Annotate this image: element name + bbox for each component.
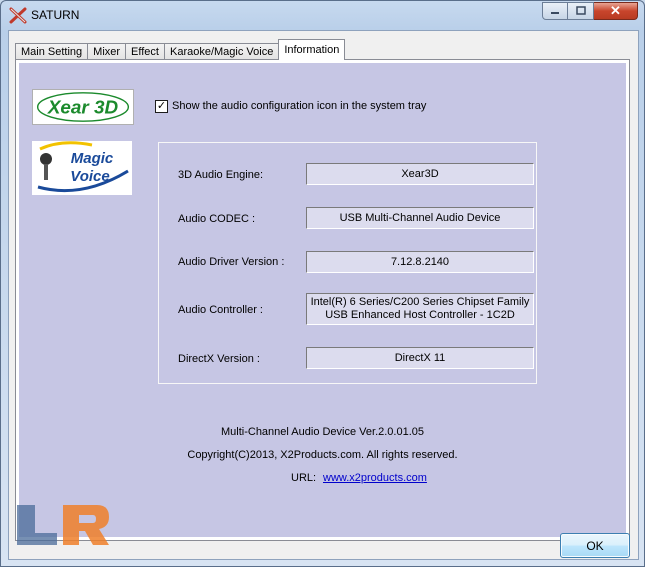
close-icon: ✕ bbox=[610, 3, 621, 18]
url-label: URL: bbox=[291, 472, 317, 484]
ok-button[interactable]: OK bbox=[560, 533, 630, 558]
audio-controller-value: Intel(R) 6 Series/C200 Series Chipset Fa… bbox=[306, 293, 534, 325]
tab-strip: Main Setting Mixer Effect Karaoke/Magic … bbox=[15, 39, 346, 60]
audio-controller-value-line1: Intel(R) 6 Series/C200 Series Chipset Fa… bbox=[310, 296, 530, 308]
tray-icon-checkbox[interactable]: ✓ bbox=[155, 100, 168, 113]
app-window: SATURN ✕ Main Setting Mixer Effect Karao… bbox=[0, 0, 645, 567]
minimize-icon bbox=[551, 12, 559, 14]
maximize-button[interactable] bbox=[568, 2, 594, 20]
tab-information[interactable]: Information bbox=[278, 39, 346, 60]
audio-codec-label: Audio CODEC : bbox=[178, 213, 256, 225]
tab-main-setting[interactable]: Main Setting bbox=[15, 43, 89, 60]
app-icon bbox=[9, 7, 27, 24]
directx-version-value: DirectX 11 bbox=[306, 347, 534, 369]
website-link[interactable]: www.x2products.com bbox=[323, 472, 427, 484]
xear3d-logo-text: Xear 3D bbox=[47, 98, 119, 119]
minimize-button[interactable] bbox=[542, 2, 568, 20]
xear3d-logo: Xear 3D bbox=[32, 89, 134, 125]
tab-mixer[interactable]: Mixer bbox=[87, 43, 127, 60]
audio-engine-label: 3D Audio Engine: bbox=[178, 169, 264, 181]
window-title: SATURN bbox=[31, 8, 80, 22]
audio-controller-label: Audio Controller : bbox=[178, 304, 263, 316]
window-controls: ✕ bbox=[542, 2, 638, 20]
tray-icon-checkbox-label[interactable]: Show the audio configuration icon in the… bbox=[172, 100, 426, 112]
audio-controller-value-line2: USB Enhanced Host Controller - 1C2D bbox=[325, 309, 515, 321]
magic-logo-line1: Magic bbox=[71, 150, 114, 167]
information-panel: Xear 3D Magic Voice ✓ Show the audio con… bbox=[15, 59, 630, 541]
copyright-text: Copyright(C)2013, X2Products.com. All ri… bbox=[187, 449, 458, 461]
checkmark-icon: ✓ bbox=[156, 100, 167, 112]
audio-codec-value: USB Multi-Channel Audio Device bbox=[306, 207, 534, 229]
legit-reviews-watermark-icon bbox=[17, 505, 109, 545]
driver-version-label: Audio Driver Version : bbox=[178, 256, 285, 268]
maximize-icon bbox=[575, 6, 586, 15]
tab-karaoke-magic-voice[interactable]: Karaoke/Magic Voice bbox=[163, 43, 280, 60]
directx-version-label: DirectX Version : bbox=[178, 353, 260, 365]
driver-version-value: 7.12.8.2140 bbox=[306, 251, 534, 273]
audio-engine-value: Xear3D bbox=[306, 163, 534, 185]
information-content: Xear 3D Magic Voice ✓ Show the audio con… bbox=[19, 63, 626, 537]
magic-logo-line2: Voice bbox=[70, 168, 109, 185]
close-button[interactable]: ✕ bbox=[594, 2, 638, 20]
product-version-text: Multi-Channel Audio Device Ver.2.0.01.05 bbox=[220, 426, 425, 438]
audio-info-box: 3D Audio Engine: Xear3D Audio CODEC : US… bbox=[158, 142, 537, 384]
magic-voice-logo: Magic Voice bbox=[32, 141, 132, 195]
title-bar[interactable]: SATURN ✕ bbox=[1, 1, 644, 29]
tab-effect[interactable]: Effect bbox=[125, 43, 165, 60]
dialog-body: Main Setting Mixer Effect Karaoke/Magic … bbox=[8, 30, 639, 560]
